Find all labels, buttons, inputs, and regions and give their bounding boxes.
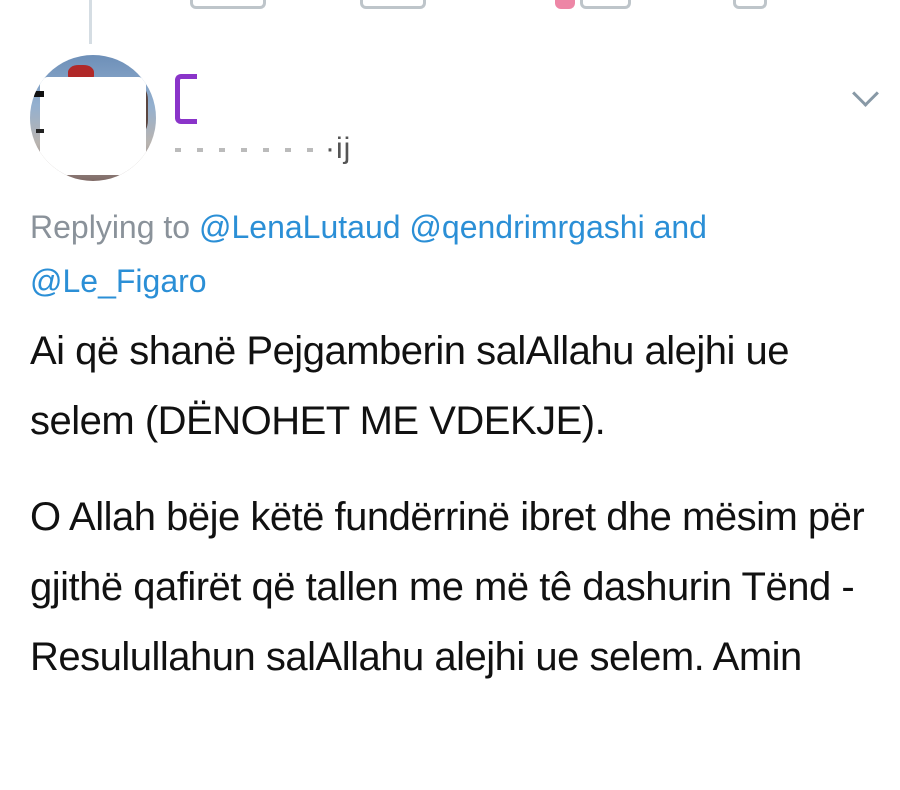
tweet-reply-screen: ·ij Replying to @LenaLutaud @qendrimrgas… [0,0,900,790]
redaction-overlay [40,77,146,175]
mention-link[interactable]: @qendrimrgashi [409,209,644,245]
share-icon[interactable] [733,0,767,9]
reply-icon[interactable] [190,0,266,9]
replying-to-line: Replying to @LenaLutaud @qendrimrgashi a… [30,200,870,308]
like-icon[interactable] [555,0,575,9]
mention-link[interactable]: @Le_Figaro [30,263,207,299]
tweet-paragraph: Ai që shanë Pejgamberin salAllahu alejhi… [30,329,790,443]
retweet-icon[interactable] [360,0,426,9]
replying-prefix: Replying to [30,209,191,245]
author-handle-fragment: ·ij [325,132,352,165]
author-name-redacted[interactable]: ·ij [175,70,350,165]
avatar[interactable] [30,55,156,181]
chevron-down-icon[interactable] [852,80,879,107]
thread-connector-line [89,0,92,44]
mention-link[interactable]: @LenaLutaud [199,209,401,245]
tweet-body: Ai që shanë Pejgamberin salAllahu alejhi… [30,316,890,692]
replying-conjunction[interactable]: and [654,209,707,245]
like-count [580,0,631,9]
tweet-paragraph: O Allah bëje këtë fundërrinë ibret dhe m… [30,495,865,679]
previous-tweet-actions [0,0,900,9]
